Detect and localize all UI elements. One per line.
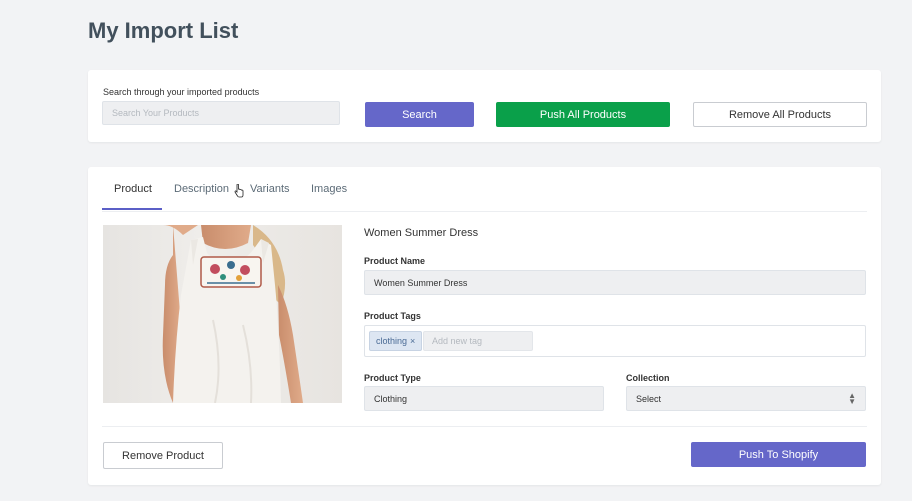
card-divider	[102, 426, 867, 427]
page-title: My Import List	[88, 18, 239, 43]
push-all-products-button[interactable]: Push All Products	[496, 102, 670, 127]
product-tags-label: Product Tags	[364, 311, 421, 321]
search-button[interactable]: Search	[365, 102, 474, 127]
tab-product[interactable]: Product	[114, 183, 152, 195]
search-label: Search through your imported products	[103, 87, 260, 97]
product-name-input[interactable]: Women Summer Dress	[364, 270, 866, 295]
product-tags-field: clothing ×	[364, 325, 866, 357]
product-image	[103, 225, 342, 403]
hand-cursor-icon	[234, 184, 244, 198]
collection-label: Collection	[626, 373, 670, 383]
product-card: Product Description Variants Images Wome…	[88, 167, 881, 485]
tag-chip-clothing: clothing ×	[369, 331, 423, 351]
active-tab-indicator	[102, 208, 162, 210]
collection-select[interactable]: Select ▲ ▼	[626, 386, 866, 411]
product-tabs: Product Description Variants Images	[102, 167, 867, 212]
tab-images[interactable]: Images	[311, 183, 347, 195]
tab-variants[interactable]: Variants	[250, 183, 290, 195]
tab-description[interactable]: Description	[174, 183, 229, 195]
dress-photo	[162, 225, 303, 403]
collection-selected-value: Select	[636, 393, 662, 404]
tag-remove-icon[interactable]: ×	[410, 336, 415, 346]
product-name-label: Product Name	[364, 256, 426, 266]
product-title: Women Summer Dress	[364, 227, 479, 239]
tag-chip-label: clothing	[376, 336, 408, 346]
push-to-shopify-button[interactable]: Push To Shopify	[691, 442, 866, 467]
search-input[interactable]	[102, 101, 340, 125]
remove-product-button[interactable]: Remove Product	[103, 442, 223, 469]
remove-all-products-button[interactable]: Remove All Products	[693, 102, 867, 127]
product-type-input[interactable]: Clothing	[364, 386, 604, 411]
product-type-label: Product Type	[364, 373, 421, 383]
select-chevron-icon: ▲ ▼	[848, 391, 856, 406]
add-tag-input[interactable]	[423, 331, 533, 351]
search-card: Search through your imported products Se…	[88, 70, 881, 142]
